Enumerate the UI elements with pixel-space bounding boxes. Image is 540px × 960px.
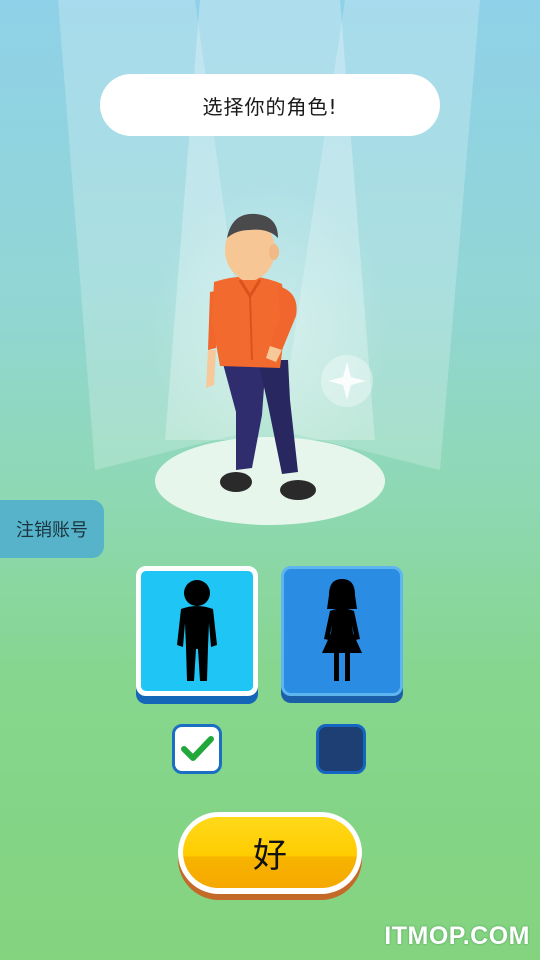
- confirm-button[interactable]: 好: [178, 812, 362, 894]
- male-character-card[interactable]: [136, 566, 258, 696]
- female-silhouette-icon: [322, 579, 362, 681]
- prompt-banner: 选择你的角色!: [100, 74, 440, 136]
- logout-button[interactable]: 注销账号: [0, 500, 104, 558]
- female-character-card[interactable]: [281, 566, 403, 696]
- female-select-checkbox[interactable]: [316, 724, 366, 774]
- checkmark-icon: [181, 736, 214, 761]
- male-silhouette-icon: [177, 580, 217, 681]
- watermark: ITMOP.COM: [384, 922, 530, 950]
- male-select-checkbox[interactable]: [172, 724, 222, 774]
- prompt-text: 选择你的角色!: [202, 94, 338, 119]
- sparkle-icon: [321, 355, 373, 407]
- confirm-label: 好: [253, 836, 287, 876]
- logout-label: 注销账号: [16, 520, 88, 541]
- confirm-button-face: 好: [183, 817, 357, 888]
